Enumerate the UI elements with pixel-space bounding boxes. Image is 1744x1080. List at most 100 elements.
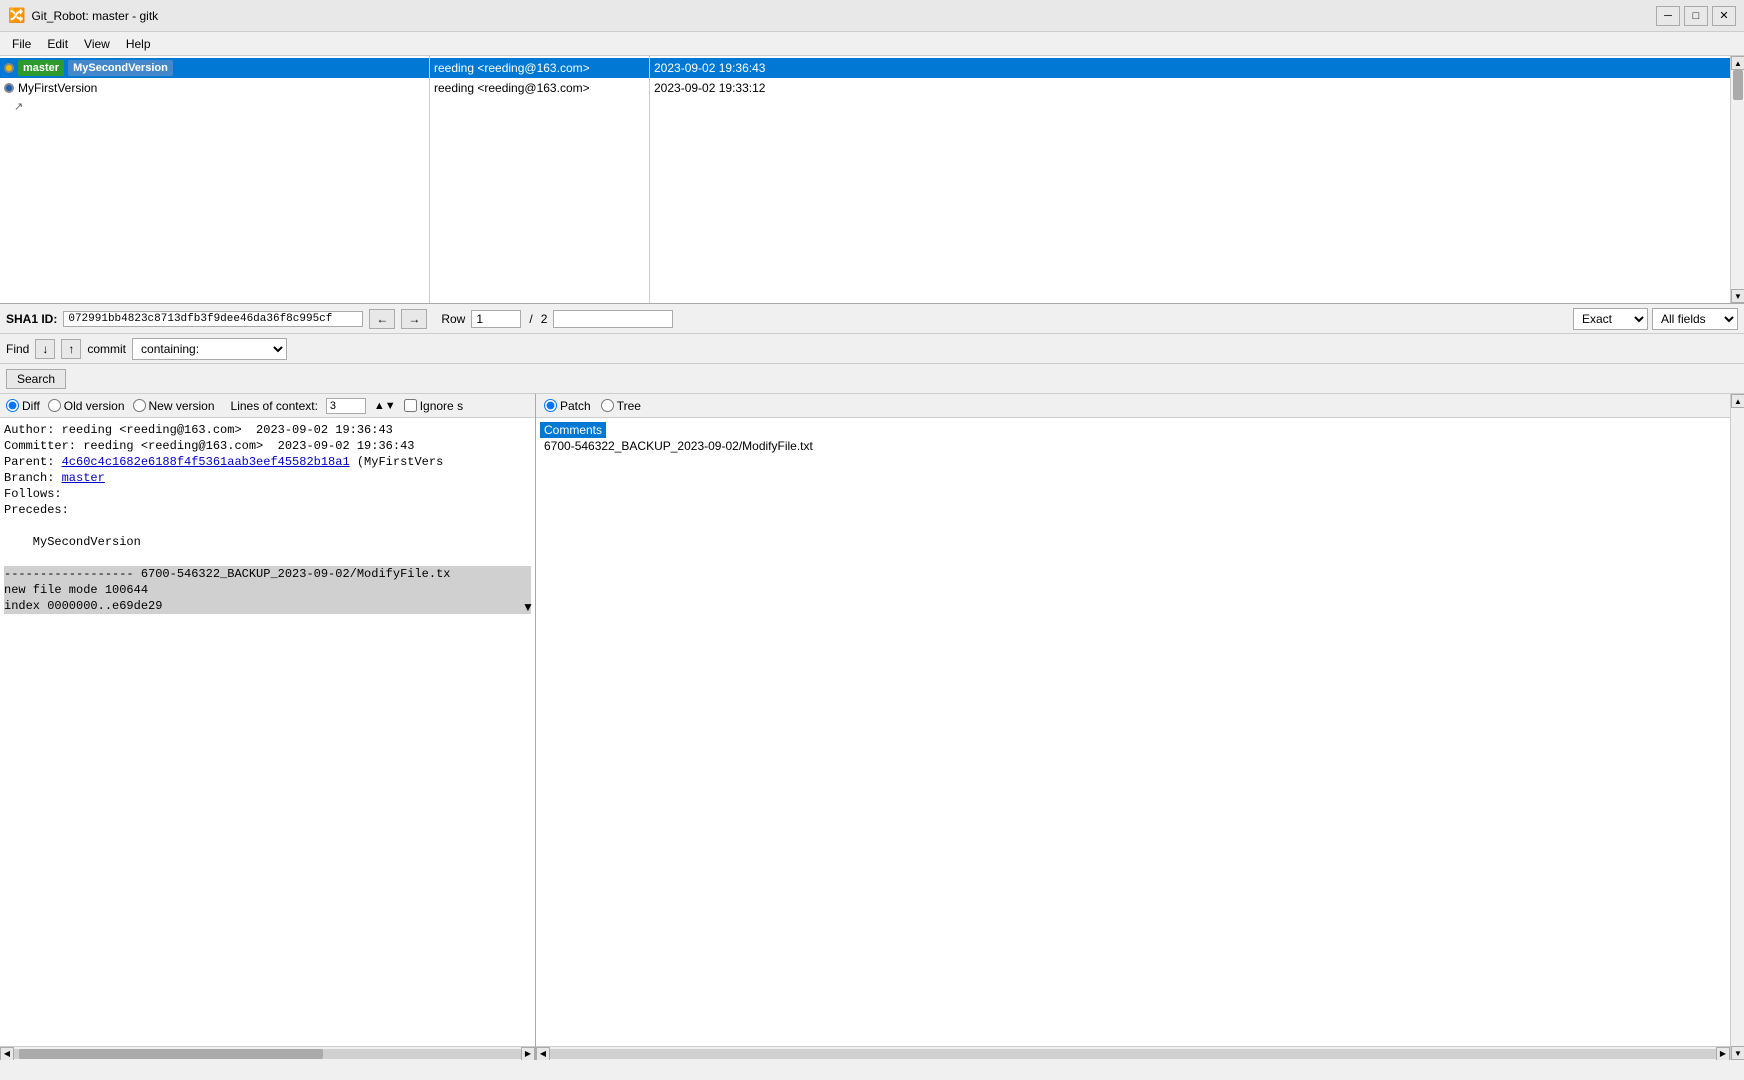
- new-version-label: New version: [149, 399, 215, 413]
- ignore-label[interactable]: Ignore s: [404, 399, 463, 413]
- old-version-radio-label[interactable]: Old version: [48, 399, 125, 413]
- diff-panel: Diff Old version New version Lines of co…: [0, 394, 536, 1060]
- scroll-down-btn[interactable]: ▼: [1731, 289, 1744, 303]
- row-search-input[interactable]: [553, 310, 673, 328]
- comments-item[interactable]: Comments: [540, 422, 1726, 438]
- file-options-bar: Patch Tree: [536, 394, 1730, 418]
- hscroll-thumb: [19, 1049, 323, 1059]
- old-version-radio[interactable]: [48, 399, 61, 412]
- commit-author-row-0[interactable]: reeding <reeding@163.com>: [430, 58, 649, 78]
- hscroll-right-btn[interactable]: ▶: [521, 1047, 535, 1061]
- find-label: Find: [6, 342, 29, 356]
- file-hscroll-left-btn[interactable]: ◀: [536, 1047, 550, 1061]
- menu-edit[interactable]: Edit: [39, 35, 76, 53]
- diff-radio[interactable]: [6, 399, 19, 412]
- find-type-label: commit: [87, 342, 126, 356]
- file-item-0[interactable]: 6700-546322_BACKUP_2023-09-02/ModifyFile…: [540, 438, 1726, 454]
- patch-label: Patch: [560, 399, 591, 413]
- file-hscroll: ◀ ▶: [536, 1046, 1730, 1060]
- search-bar: Search: [0, 364, 1744, 394]
- comments-selected: Comments: [540, 422, 606, 438]
- new-version-radio[interactable]: [133, 399, 146, 412]
- find-up-btn[interactable]: ↑: [61, 339, 81, 359]
- new-version-radio-label[interactable]: New version: [133, 399, 215, 413]
- find-type-select[interactable]: containing: touching paths: adding/remov…: [132, 338, 287, 360]
- file-vscroll-up-btn[interactable]: ▲: [1731, 394, 1744, 408]
- commit-list-scrollbar[interactable]: ▲ ▼: [1730, 56, 1744, 303]
- menu-help[interactable]: Help: [118, 35, 159, 53]
- allfields-select[interactable]: All fields Author Committer Comment SHA1: [1652, 308, 1738, 330]
- hscroll-left-btn[interactable]: ◀: [0, 1047, 14, 1061]
- find-bar: Find ↓ ↑ commit containing: touching pat…: [0, 334, 1744, 364]
- author-text-0: reeding <reeding@163.com>: [434, 61, 590, 75]
- diff-vscroll-arrow[interactable]: ▼: [522, 600, 536, 614]
- row-current-input[interactable]: [471, 310, 521, 328]
- title-bar-controls: ─ □ ✕: [1656, 6, 1736, 26]
- patch-radio-label[interactable]: Patch: [544, 399, 591, 413]
- tree-radio-label[interactable]: Tree: [601, 399, 641, 413]
- diff-label: Diff: [22, 399, 40, 413]
- commit-label-1: MyFirstVersion: [18, 81, 97, 95]
- search-button[interactable]: Search: [6, 369, 66, 389]
- commit-list-area: master MySecondVersion MyFirstVersion ↗ …: [0, 56, 1744, 304]
- context-label: Lines of context:: [231, 399, 318, 413]
- hscroll-track: [14, 1049, 521, 1059]
- cursor-indicator: ↗: [0, 100, 429, 113]
- tree-label: Tree: [617, 399, 641, 413]
- app-icon: 🔀: [8, 7, 25, 24]
- commit-row-0[interactable]: master MySecondVersion: [0, 58, 429, 78]
- commit-author-column: reeding <reeding@163.com> reeding <reedi…: [430, 56, 650, 303]
- file-vscroll[interactable]: ▲ ▼: [1730, 394, 1744, 1060]
- file-vscroll-down-btn[interactable]: ▼: [1731, 1046, 1744, 1060]
- row-total: 2: [541, 312, 548, 326]
- file-hscroll-right-btn[interactable]: ▶: [1716, 1047, 1730, 1061]
- parent-link[interactable]: 4c60c4c1682e6188f4f5361aab3eef45582b18a1: [62, 455, 350, 469]
- file-panel: Patch Tree Comments 6700-546322_BACKUP_2…: [536, 394, 1730, 1060]
- tree-radio[interactable]: [601, 399, 614, 412]
- sha1-input[interactable]: [63, 311, 363, 327]
- commit-dot-1: [4, 83, 14, 93]
- diff-line-parent: Parent: 4c60c4c1682e6188f4f5361aab3eef45…: [4, 454, 531, 470]
- diff-options-bar: Diff Old version New version Lines of co…: [0, 394, 535, 418]
- menu-file[interactable]: File: [4, 35, 39, 53]
- commit-author-row-1[interactable]: reeding <reeding@163.com>: [430, 78, 649, 98]
- old-version-label: Old version: [64, 399, 125, 413]
- title-bar: 🔀 Git_Robot: master - gitk ─ □ ✕: [0, 0, 1744, 32]
- sha1-next-btn[interactable]: →: [401, 309, 427, 329]
- diff-line-committer: Committer: reeding <reeding@163.com> 202…: [4, 438, 531, 454]
- file-hscroll-track: [550, 1049, 1716, 1059]
- find-down-btn[interactable]: ↓: [35, 339, 55, 359]
- title-bar-text: Git_Robot: master - gitk: [31, 9, 1656, 23]
- commit-row-1[interactable]: MyFirstVersion: [0, 78, 429, 98]
- ignore-checkbox[interactable]: [404, 399, 417, 412]
- branch-link[interactable]: master: [62, 471, 105, 485]
- sha1-prev-btn[interactable]: ←: [369, 309, 395, 329]
- commit-date-row-0[interactable]: 2023-09-02 19:36:43: [650, 58, 1730, 78]
- commit-date-row-1[interactable]: 2023-09-02 19:33:12: [650, 78, 1730, 98]
- branch-second-tag[interactable]: MySecondVersion: [68, 60, 173, 76]
- context-input[interactable]: [326, 398, 366, 414]
- file-content-area: Comments 6700-546322_BACKUP_2023-09-02/M…: [536, 418, 1730, 1046]
- maximize-button[interactable]: □: [1684, 6, 1708, 26]
- ignore-text: Ignore s: [420, 399, 463, 413]
- minimize-button[interactable]: ─: [1656, 6, 1680, 26]
- sha1-label: SHA1 ID:: [6, 312, 57, 326]
- sha1-bar: SHA1 ID: ← → Row / 2 Exact IgnCase Regex…: [0, 304, 1744, 334]
- scroll-up-btn[interactable]: ▲: [1731, 56, 1744, 70]
- commit-dot-0: [4, 63, 14, 73]
- diff-line-blank1: [4, 518, 531, 534]
- diff-radio-label[interactable]: Diff: [6, 399, 40, 413]
- menu-view[interactable]: View: [76, 35, 118, 53]
- patch-radio[interactable]: [544, 399, 557, 412]
- diff-line-precedes: Precedes:: [4, 502, 531, 518]
- context-spinner[interactable]: ▲▼: [374, 400, 396, 412]
- main-content: Diff Old version New version Lines of co…: [0, 394, 1744, 1060]
- exact-allfields-controls: Exact IgnCase Regexp All fields Author C…: [1573, 308, 1738, 330]
- row-slash: /: [529, 312, 532, 326]
- date-text-0: 2023-09-02 19:36:43: [654, 61, 765, 75]
- close-button[interactable]: ✕: [1712, 6, 1736, 26]
- branch-master-tag[interactable]: master: [18, 60, 64, 76]
- diff-line-branch: Branch: master: [4, 470, 531, 486]
- exact-select[interactable]: Exact IgnCase Regexp: [1573, 308, 1648, 330]
- commit-graph-column: master MySecondVersion MyFirstVersion ↗: [0, 56, 430, 303]
